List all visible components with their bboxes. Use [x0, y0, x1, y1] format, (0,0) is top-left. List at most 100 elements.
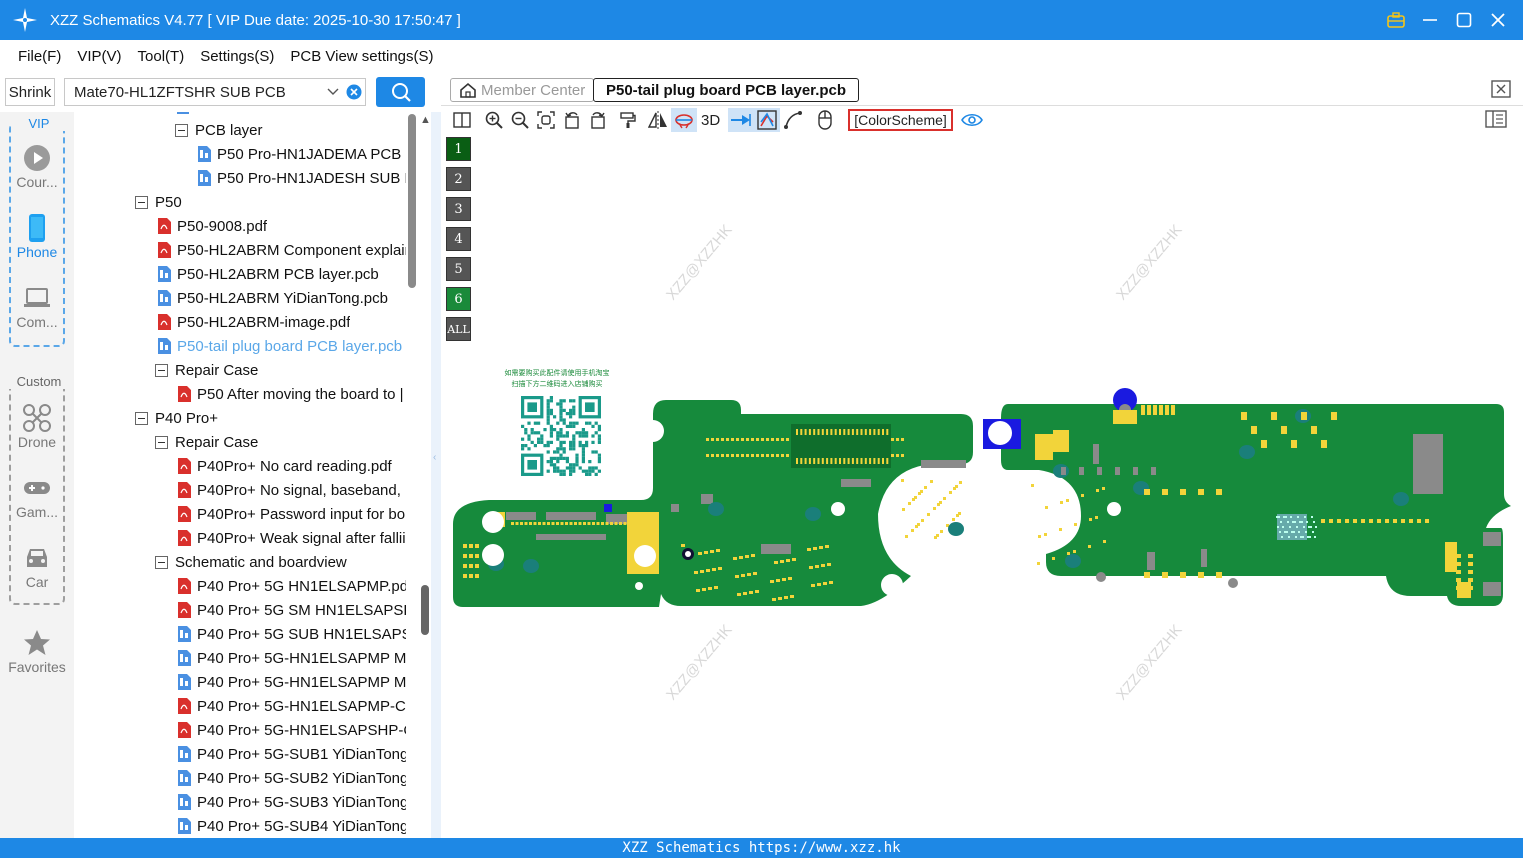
tree-item-label: Schematic and boardview [175, 553, 347, 571]
car-icon [0, 542, 74, 574]
fit-view-icon[interactable] [533, 108, 559, 132]
tree-item[interactable]: P40 Pro+ 5G-SUB4 YiDianTong. [177, 814, 406, 838]
tree-item[interactable]: P40 Pro+ 5G-HN1ELSAPMP-Coi [177, 694, 406, 718]
maximize-button[interactable] [1449, 5, 1479, 35]
split-view-icon[interactable] [449, 108, 475, 132]
tree-item[interactable]: P50-tail plug board PCB layer.pcb [157, 334, 406, 358]
tree-item[interactable]: P40 Pro+ 5G-HN1ELSAPSHP-Cc [177, 718, 406, 742]
close-button[interactable] [1483, 5, 1513, 35]
pcb-file-icon [198, 170, 211, 186]
close-tabs-icon[interactable] [1491, 80, 1511, 98]
tree-item[interactable]: P40Pro+ Weak signal after fallii [177, 526, 406, 550]
tree-scrollbar-thumb[interactable] [408, 114, 416, 288]
tree-folder[interactable]: Repair Case [155, 430, 406, 454]
tree-item[interactable]: P50-HL2ABRM PCB layer.pcb [157, 262, 406, 286]
minimize-button[interactable] [1415, 5, 1445, 35]
tree-item[interactable]: P50-HL2ABRM Component explair [157, 238, 406, 262]
zoom-out-icon[interactable] [507, 108, 533, 132]
panel-splitter[interactable]: ‹ [431, 112, 441, 838]
tree-item[interactable]: P50-9008.pdf [157, 214, 406, 238]
tree-item[interactable]: P40Pro+ No signal, baseband, r [177, 478, 406, 502]
collapse-toggle-icon[interactable] [155, 363, 168, 377]
tree-item[interactable]: P50 After moving the board to | [177, 382, 406, 406]
net-highlight-icon[interactable] [671, 108, 697, 132]
category-courses[interactable]: Cour... [0, 142, 74, 190]
tree-item[interactable]: P40 Pro+ 5G SM HN1ELSAPSHF [177, 598, 406, 622]
zoom-in-icon[interactable] [481, 108, 507, 132]
search-input[interactable]: Mate70-HL1ZFTSHR SUB PCB [64, 78, 366, 106]
tree-vertical-scrollbar[interactable]: ▲ [419, 112, 431, 838]
tree-folder[interactable]: P40 Pro+ [135, 406, 406, 430]
menu-pcb-view-settings[interactable]: PCB View settings(S) [282, 48, 441, 65]
phone-icon [0, 212, 74, 244]
rotate-right-icon[interactable] [585, 108, 611, 132]
color-scheme-button[interactable]: [ColorScheme] [848, 109, 953, 131]
tab-active-pcb[interactable]: P50-tail plug board PCB layer.pcb [593, 78, 859, 102]
tree-item[interactable]: P40 Pro+ 5G-SUB2 YiDianTong. [177, 766, 406, 790]
tree-folder[interactable]: Repair Case [155, 358, 406, 382]
side-panel-icon[interactable] [1485, 110, 1507, 128]
layer-3-button[interactable]: 3 [446, 197, 471, 221]
shrink-button[interactable]: Shrink [5, 78, 55, 106]
tree-item[interactable]: P40 Pro+ 5G SUB HN1ELSAPSH [177, 622, 406, 646]
mirror-icon[interactable] [645, 108, 671, 132]
category-label: Car [25, 574, 49, 590]
layer-6-button[interactable]: 6 [446, 287, 471, 311]
pin-arrow-icon[interactable] [728, 108, 755, 132]
briefcase-icon[interactable] [1381, 5, 1411, 35]
collapse-toggle-icon[interactable] [135, 411, 148, 425]
tree-item[interactable]: P50 Pro-HN1JADESH SUB PC [197, 166, 406, 190]
category-favorites[interactable]: Favorites [0, 627, 74, 675]
chevron-down-icon[interactable] [323, 88, 343, 96]
category-games[interactable]: Gam... [0, 472, 74, 520]
tree-folder[interactable]: PCB layer [175, 118, 406, 142]
3d-view-button[interactable]: 3D [697, 108, 724, 132]
tree-item[interactable]: P40 Pro+ 5G-SUB3 YiDianTong. [177, 790, 406, 814]
layer-all-button[interactable]: ALL [446, 317, 471, 341]
tree-item[interactable]: P50-HL2ABRM-image.pdf [157, 310, 406, 334]
pcb-canvas[interactable]: XZZ@XZZHK XZZ@XZZHK XZZ@XZZHK XZZ@XZZHK … [441, 134, 1523, 838]
menu-file[interactable]: File(F) [10, 48, 69, 65]
menu-tool[interactable]: Tool(T) [130, 48, 193, 65]
pcb-board[interactable] [441, 134, 1523, 838]
rotate-left-icon[interactable] [559, 108, 585, 132]
collapse-toggle-icon[interactable] [135, 195, 148, 209]
collapse-toggle-icon[interactable] [155, 435, 168, 449]
tree-item[interactable]: P40 Pro+ 5G-HN1ELSAPMP MB [177, 670, 406, 694]
tree-item[interactable]: P50-HL2ABRM YiDianTong.pcb [157, 286, 406, 310]
menu-settings[interactable]: Settings(S) [192, 48, 282, 65]
diff-pair-icon[interactable] [754, 108, 781, 132]
eye-icon[interactable] [959, 108, 985, 132]
tree-item-label: P50-tail plug board PCB layer.pcb [177, 337, 403, 355]
tree-scrollbar[interactable] [408, 112, 418, 838]
tree-item[interactable]: P40Pro+ No card reading.pdf [177, 454, 406, 478]
tree-folder[interactable]: P50 [135, 190, 406, 214]
menu-vip[interactable]: VIP(V) [69, 48, 129, 65]
tree-item[interactable]: P50 Pro-HN1JADEMA PCB la [197, 142, 406, 166]
measure-curve-icon[interactable] [780, 108, 806, 132]
tab-member-center[interactable]: Member Center [450, 78, 595, 102]
mouse-icon[interactable] [812, 108, 838, 132]
paint-roller-icon[interactable] [615, 108, 641, 132]
collapse-toggle-icon[interactable] [155, 555, 168, 569]
category-phone[interactable]: Phone [0, 212, 74, 260]
tree-item[interactable]: P40 Pro+ 5G HN1ELSAPMP.pdf [177, 574, 406, 598]
search-button[interactable] [376, 77, 425, 107]
tree-item[interactable]: P40Pro+ Password input for bo [177, 502, 406, 526]
category-drone[interactable]: Drone [0, 402, 74, 450]
clear-icon[interactable] [343, 84, 365, 100]
tree-item[interactable]: P40 Pro+ 5G-HN1ELSAPMP MB [177, 646, 406, 670]
collapse-arrow-icon[interactable]: ‹ [433, 452, 436, 463]
scroll-up-icon[interactable]: ▲ [420, 114, 431, 126]
tree-item[interactable]: P40 Pro+ 5G-SUB1 YiDianTong. [177, 742, 406, 766]
layer-5-button[interactable]: 5 [446, 257, 471, 281]
layer-4-button[interactable]: 4 [446, 227, 471, 251]
tree-vertical-scrollbar-thumb[interactable] [421, 585, 429, 635]
layer-2-button[interactable]: 2 [446, 167, 471, 191]
pdf-file-icon [178, 530, 191, 546]
tree-folder[interactable]: Schematic and boardview [155, 550, 406, 574]
layer-1-button[interactable]: 1 [446, 137, 471, 161]
category-car[interactable]: Car [0, 542, 74, 590]
collapse-toggle-icon[interactable] [175, 123, 188, 137]
category-computer[interactable]: Com... [0, 282, 74, 330]
